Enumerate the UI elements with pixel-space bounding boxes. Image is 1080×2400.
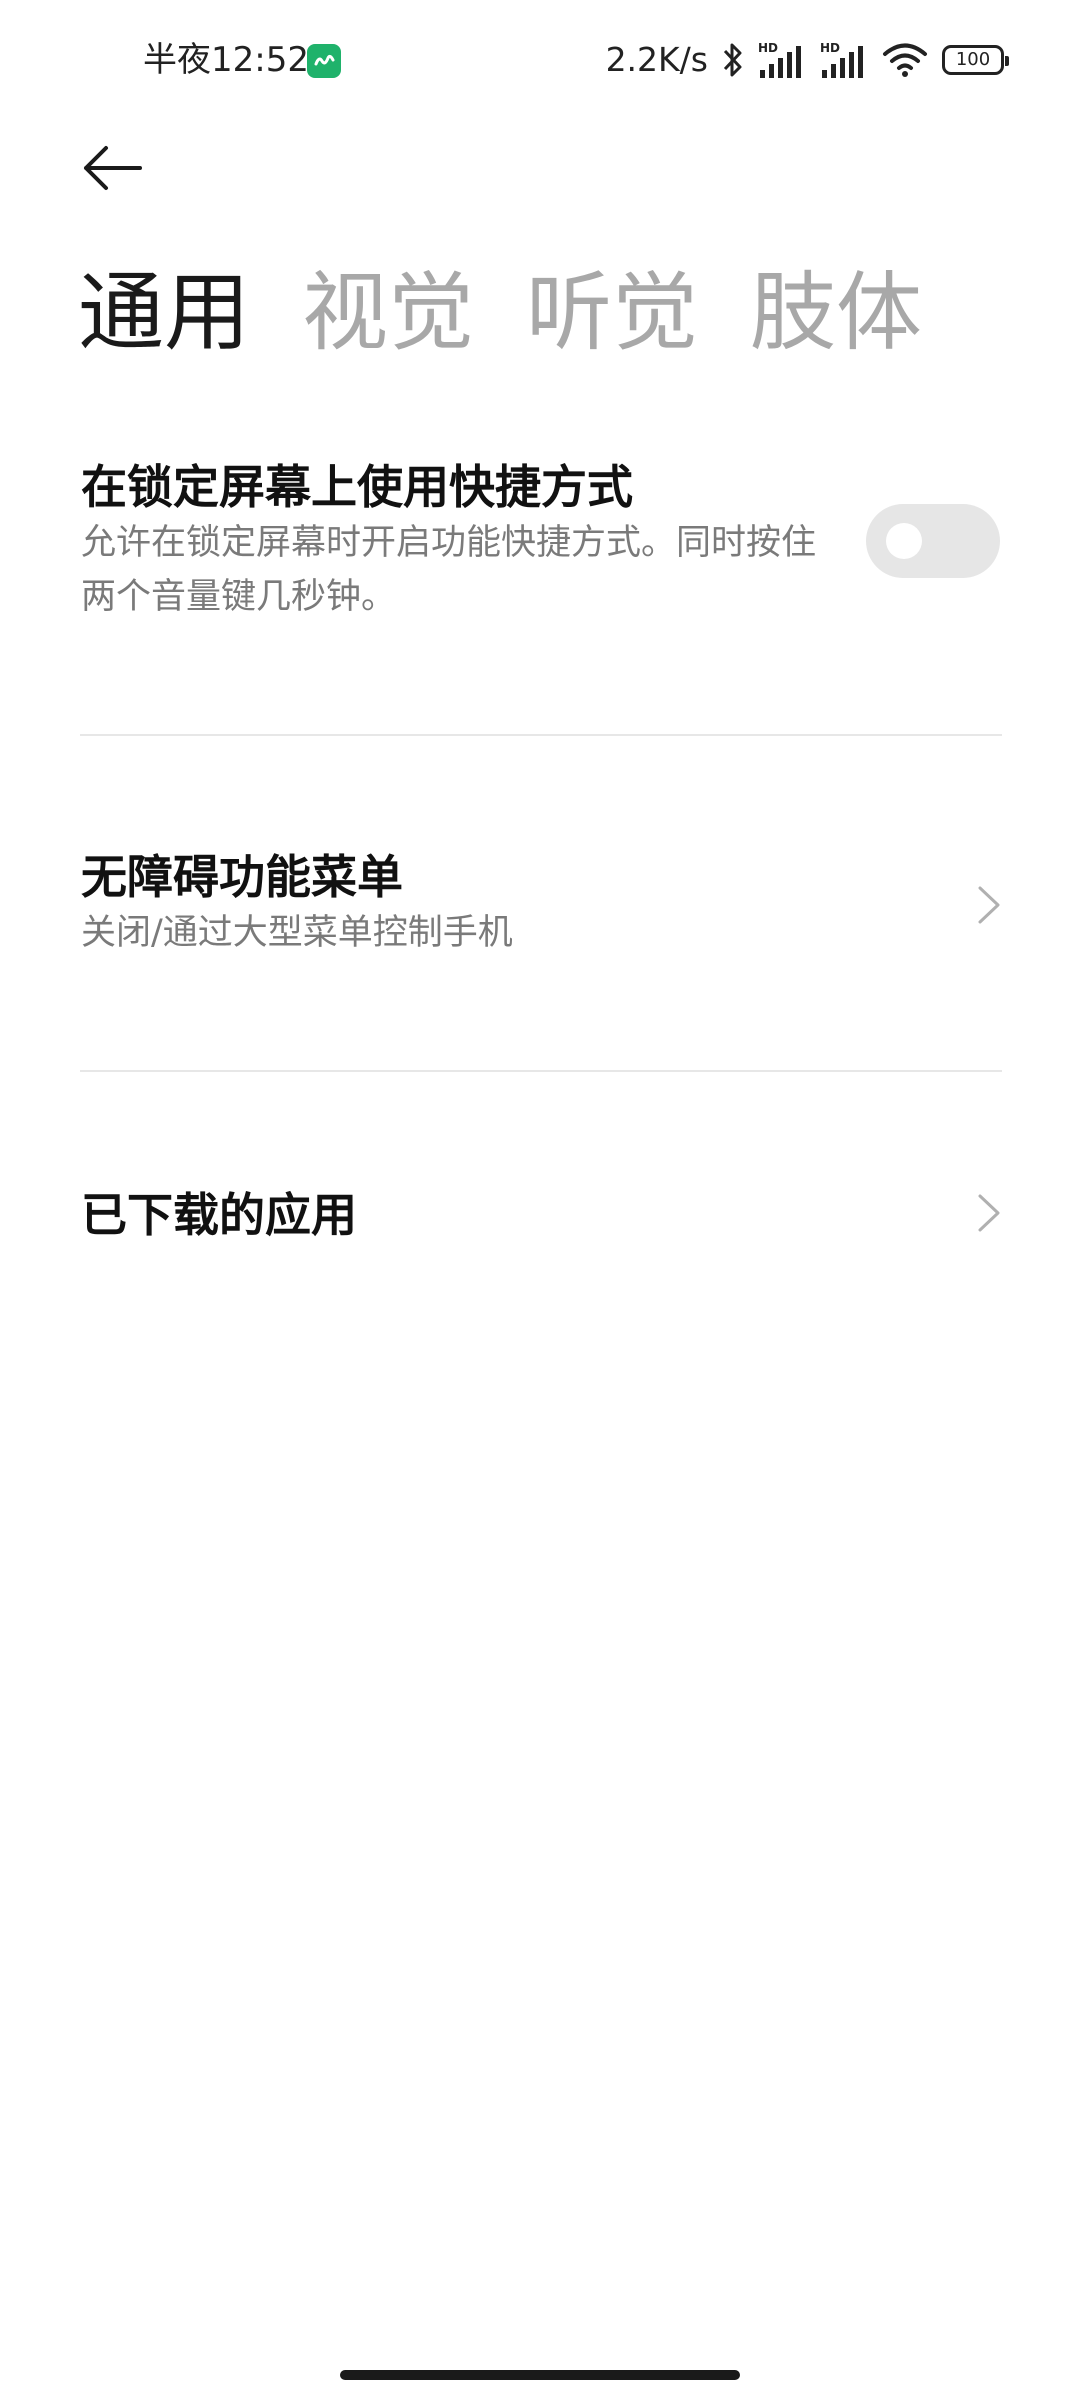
svg-text:HD: HD <box>820 41 840 55</box>
bluetooth-icon <box>722 41 744 79</box>
tab-physical[interactable]: 肢体 <box>750 263 922 363</box>
status-time: 半夜12:52 <box>143 40 309 80</box>
lock-screen-shortcut-description: 允许在锁定屏幕时开启功能快捷方式。同时按住两个音量键几秒钟。 <box>81 523 817 617</box>
downloaded-apps-title: 已下载的应用 <box>81 1188 357 1242</box>
lock-screen-shortcut-item[interactable]: 在锁定屏幕上使用快捷方式 允许在锁定屏幕时开启功能快捷方式。同时按住两个音量键几… <box>81 458 1003 638</box>
accessibility-menu-title: 无障碍功能菜单 <box>81 850 403 904</box>
chevron-right-icon <box>978 886 1000 924</box>
wifi-icon <box>882 41 928 79</box>
status-icons: 2.2K/s HD HD 100 <box>605 36 1009 84</box>
divider <box>80 734 1002 736</box>
accessibility-menu-description: 关闭/通过大型菜单控制手机 <box>81 913 513 953</box>
svg-text:HD: HD <box>758 41 778 55</box>
category-tabs: 通用 视觉 听觉 肢体 <box>78 258 922 368</box>
signal-hd-icon: HD <box>820 40 868 80</box>
tab-vision[interactable]: 视觉 <box>302 263 474 363</box>
status-bar: 半夜12:52 2.2K/s HD HD 100 <box>0 0 1080 120</box>
accessibility-menu-item[interactable]: 无障碍功能菜单 关闭/通过大型菜单控制手机 <box>81 848 1003 968</box>
network-speed: 2.2K/s <box>605 40 708 79</box>
lock-screen-shortcut-toggle[interactable] <box>866 504 1000 578</box>
divider <box>80 1070 1002 1072</box>
lock-screen-shortcut-title: 在锁定屏幕上使用快捷方式 <box>81 460 633 514</box>
downloaded-apps-item[interactable]: 已下载的应用 <box>81 1186 1003 1266</box>
green-app-icon <box>307 44 341 78</box>
back-button[interactable] <box>78 138 158 198</box>
battery-icon: 100 <box>942 45 1009 75</box>
signal-hd-icon: HD <box>758 40 806 80</box>
chevron-right-icon <box>978 1194 1000 1232</box>
tab-general[interactable]: 通用 <box>78 263 250 363</box>
back-arrow-icon <box>84 146 142 190</box>
accessibility-settings-screen: 半夜12:52 2.2K/s HD HD 100 通用 视觉 听觉 肢体 在锁定… <box>0 0 1080 2400</box>
toggle-knob <box>886 523 922 559</box>
home-indicator[interactable] <box>340 2370 740 2380</box>
tab-hearing[interactable]: 听觉 <box>526 263 698 363</box>
